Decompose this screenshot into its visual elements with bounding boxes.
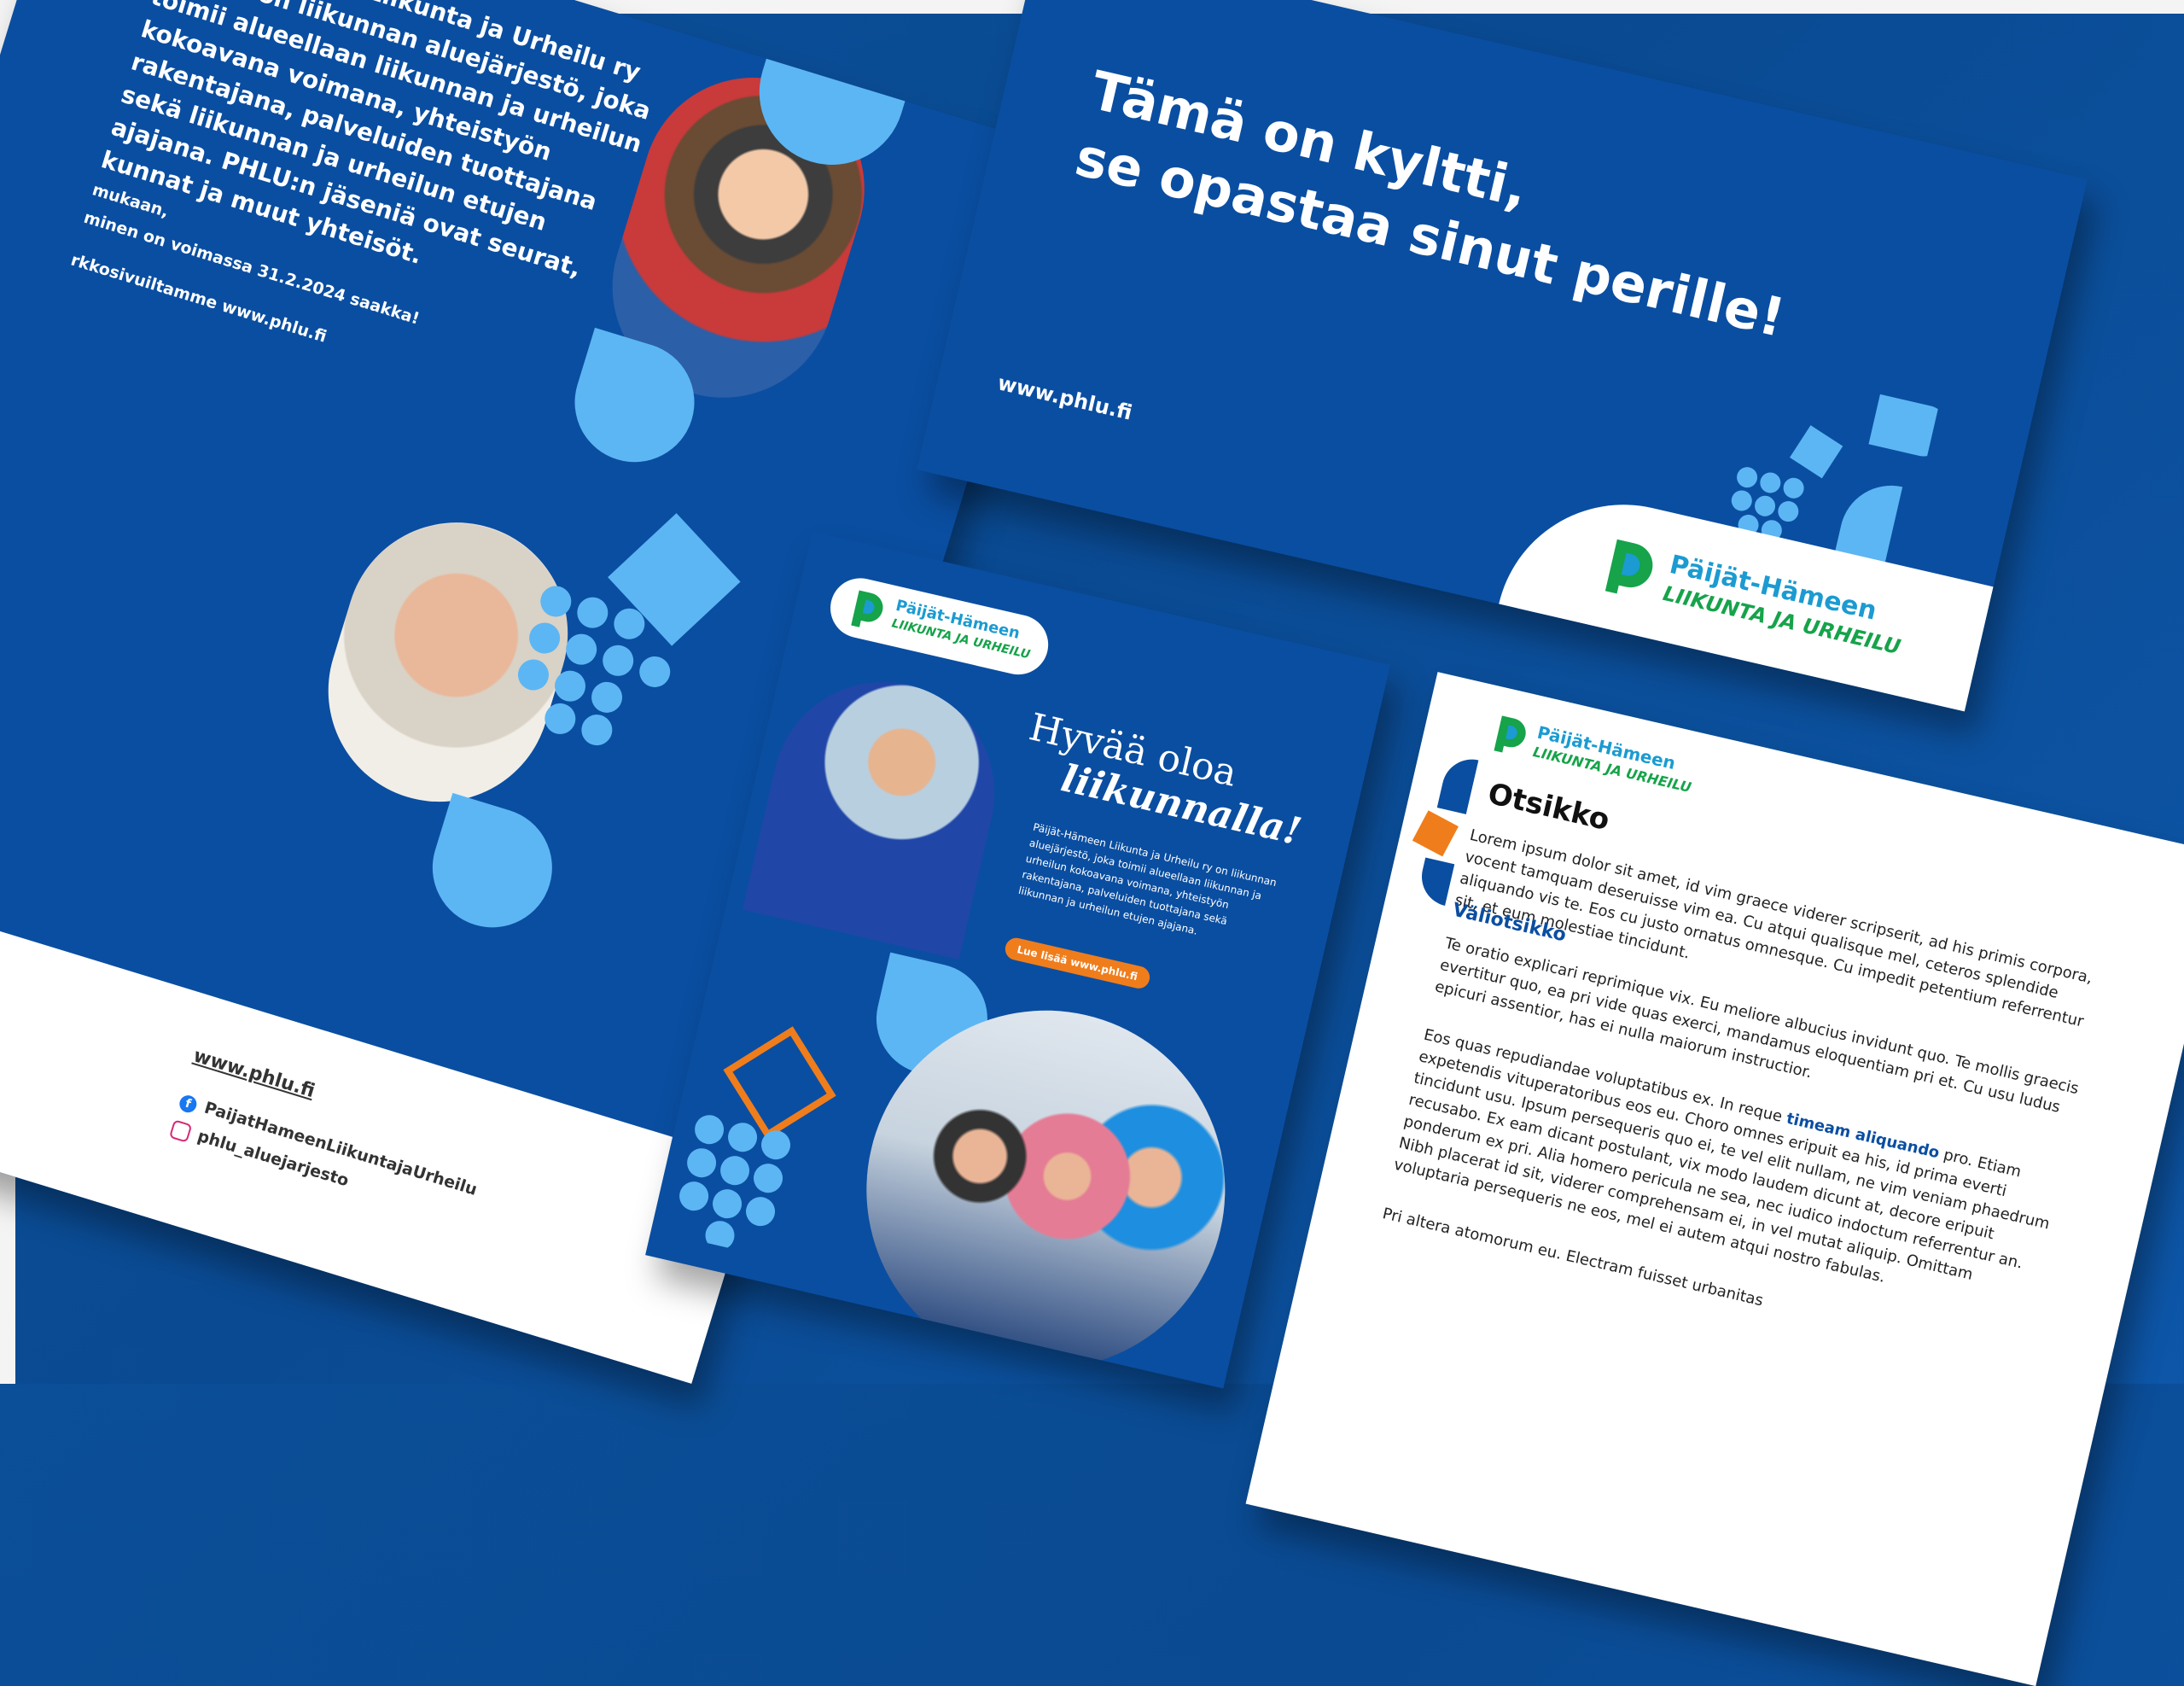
doc-title: Otsikko <box>1484 776 1613 838</box>
flyer-logo-pill: Päijät-Hämeen LIIKUNTA JA URHEILU <box>824 572 1055 681</box>
poster-footer: www.phlu.fi f PaijatHameenLiikuntajaUrhei… <box>0 856 760 1384</box>
sign-headline: Tämä on kyltti, se opastaa sinut perille… <box>1069 56 1807 353</box>
sign-url[interactable]: www.phlu.fi <box>995 370 1134 424</box>
poster-social: f PaijatHameenLiikuntajaUrheilu phlu_alue… <box>167 1086 480 1232</box>
facebook-icon: f <box>177 1093 199 1115</box>
instagram-icon <box>169 1118 193 1143</box>
flyer-cta-button[interactable]: Lue lisää www.phlu.fi <box>1003 936 1152 991</box>
athlete-photo <box>743 660 1016 960</box>
phlu-logo-icon <box>1494 715 1526 753</box>
phlu-logo-icon <box>1605 539 1653 594</box>
phlu-logo-icon <box>851 590 883 627</box>
document-page: Päijät-Hämeen LIIKUNTA JA URHEILU Otsikk… <box>1245 672 2184 1686</box>
flyer-dot-grid <box>679 1115 791 1251</box>
shape-drop-bottom <box>417 792 568 942</box>
